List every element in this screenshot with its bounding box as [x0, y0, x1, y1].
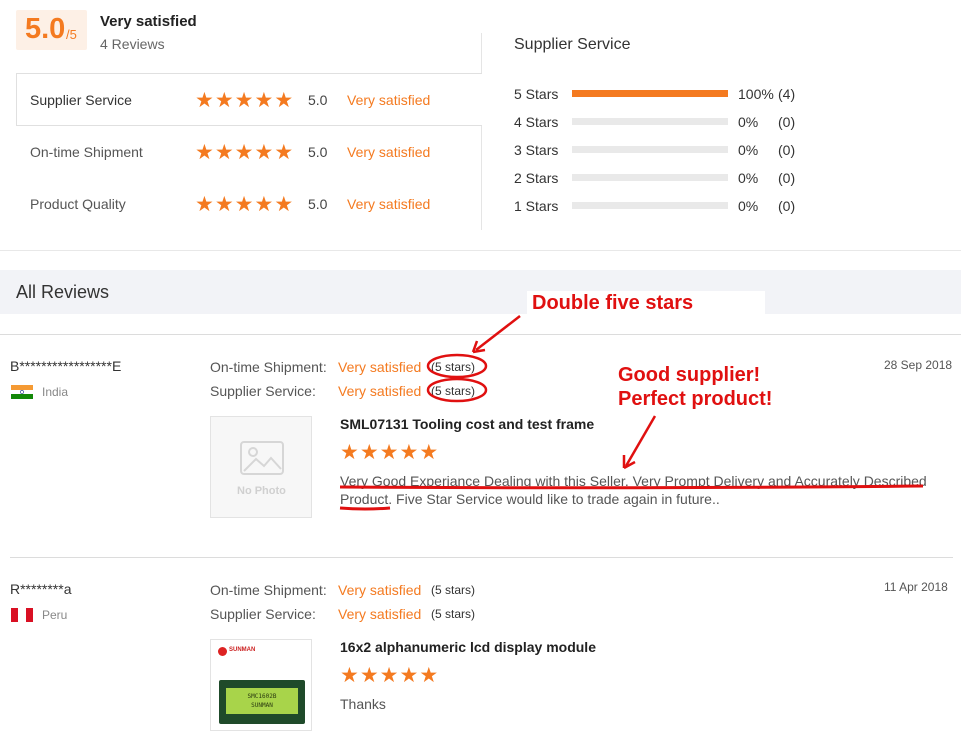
- annotation-underline: [339, 506, 391, 511]
- annotation-circle: [426, 353, 488, 379]
- annotation-arrow: [475, 315, 521, 351]
- annotation-underline: [339, 484, 924, 490]
- annotation-circle: [426, 377, 488, 403]
- annotation-overlay: [339, 315, 924, 511]
- annotation-arrow: [624, 415, 657, 467]
